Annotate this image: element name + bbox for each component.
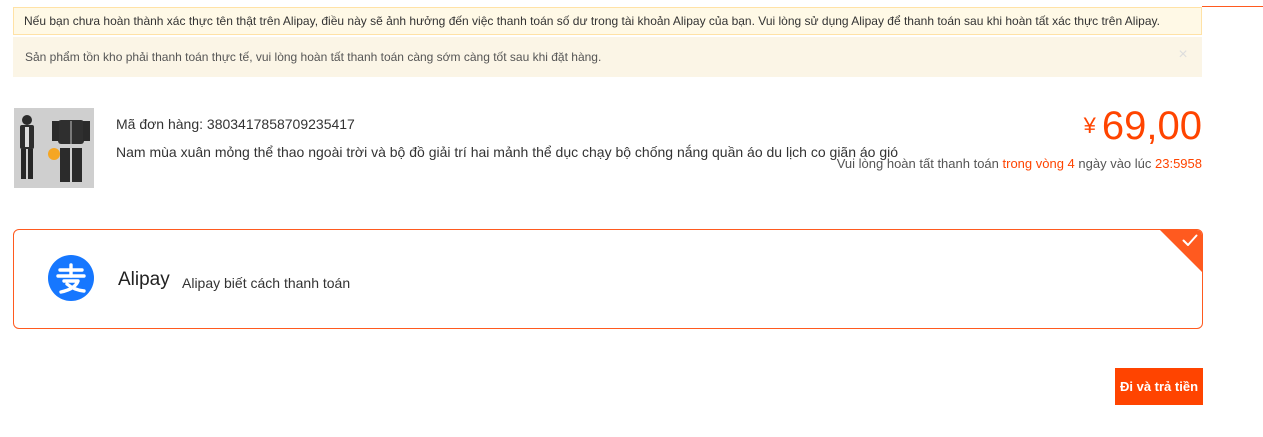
stock-notice: Sản phẩm tồn kho phải thanh toán thực tế… (13, 37, 1202, 77)
deadline-time: 23:5958 (1155, 156, 1202, 171)
product-name: Nam mùa xuân mỏng thể thao ngoài trời và… (116, 144, 899, 160)
price: ¥69,00 (1084, 104, 1202, 149)
go-pay-button[interactable]: Đi và trả tiền (1115, 368, 1203, 405)
payment-method-name: Alipay (118, 269, 170, 290)
alipay-logo-icon (48, 255, 94, 306)
check-icon (1182, 234, 1198, 246)
price-amount: 69,00 (1101, 104, 1202, 148)
payment-method-alipay[interactable]: Alipay Alipay biết cách thanh toán (13, 229, 1203, 329)
top-accent-line (1202, 6, 1263, 7)
close-icon[interactable]: × (1176, 47, 1190, 63)
payment-method-description: Alipay biết cách thanh toán (182, 275, 351, 291)
deadline-middle: ngày vào lúc (1074, 156, 1155, 171)
order-number: Mã đơn hàng: 3803417858709235417 (116, 116, 355, 132)
verification-notice: Nếu bạn chưa hoàn thành xác thực tên thậ… (13, 7, 1202, 35)
verification-notice-text: Nếu bạn chưa hoàn thành xác thực tên thậ… (24, 14, 1160, 28)
stock-notice-text: Sản phẩm tồn kho phải thanh toán thực tế… (25, 50, 602, 64)
currency-symbol: ¥ (1083, 113, 1096, 138)
deadline-prefix: Vui lòng hoàn tất thanh toán (836, 156, 1003, 171)
product-thumbnail (14, 108, 94, 188)
deadline-days: trong vòng 4 (1002, 156, 1075, 171)
payment-deadline: Vui lòng hoàn tất thanh toán trong vòng … (837, 156, 1202, 171)
